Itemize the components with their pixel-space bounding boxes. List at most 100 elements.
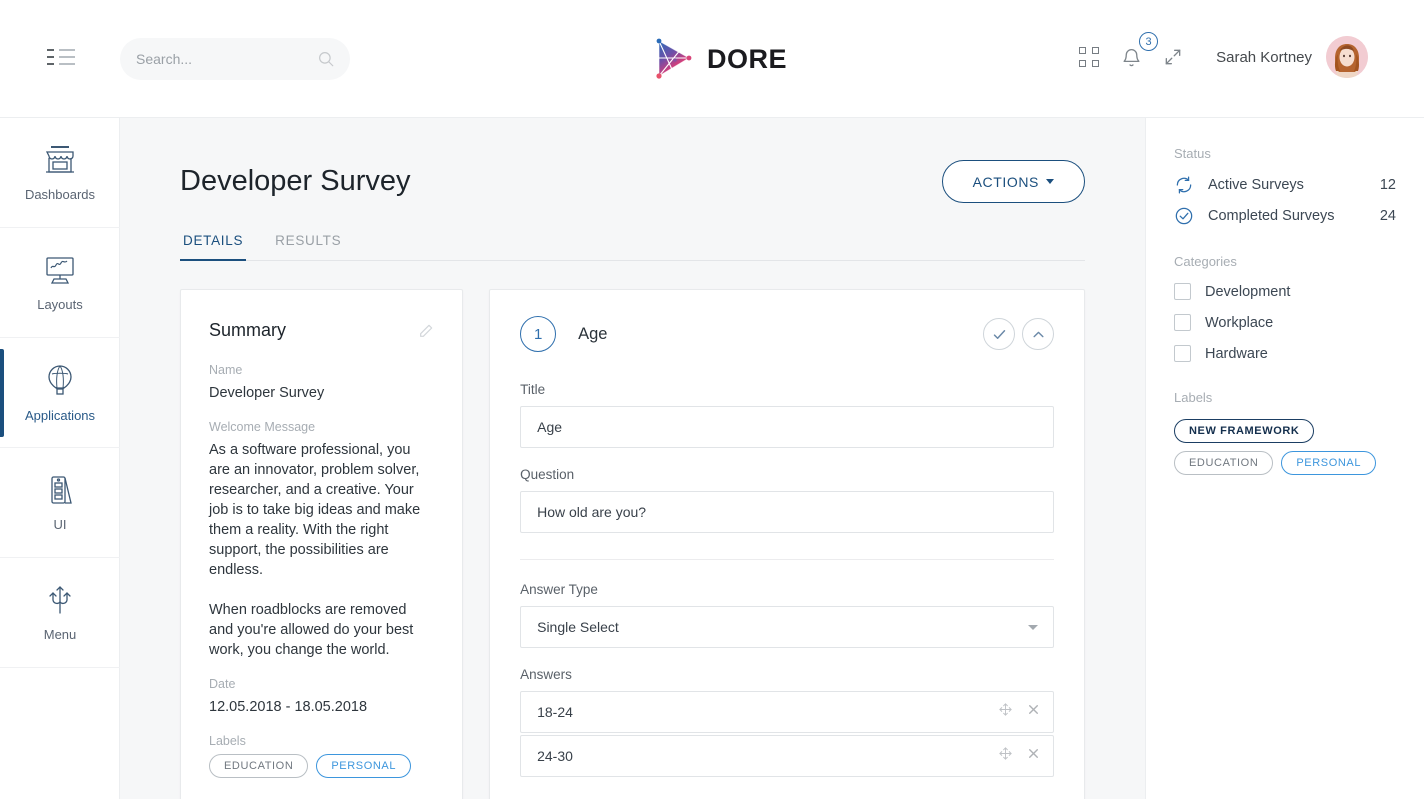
monitor-icon — [40, 253, 80, 287]
grid-apps-icon — [1079, 47, 1099, 67]
move-handle-icon[interactable] — [998, 702, 1013, 717]
labels-section: Labels NEW FRAMEWORK EDUCATION PERSONAL — [1174, 390, 1396, 475]
answers-field-group: Answers — [520, 667, 1054, 777]
top-right-controls: 3 Sarah Kortney — [1068, 36, 1368, 78]
sidebar-item-layouts[interactable]: Layouts — [0, 228, 120, 338]
question-text-label: Question — [520, 467, 1054, 482]
status-count: 12 — [1380, 177, 1396, 193]
question-title-label: Title — [520, 382, 1054, 397]
user-name-label: Sarah Kortney — [1216, 49, 1312, 66]
chevron-down-icon — [1046, 179, 1054, 184]
summary-welcome-label: Welcome Message — [209, 420, 434, 434]
storefront-icon — [40, 143, 80, 177]
bell-icon — [1121, 46, 1142, 69]
category-label: Hardware — [1205, 346, 1268, 362]
status-label: Completed Surveys — [1208, 208, 1380, 224]
summary-labels-label: Labels — [209, 734, 434, 748]
pencil-edit-icon[interactable] — [418, 323, 434, 339]
dore-logo-icon — [655, 38, 695, 80]
status-row-completed-surveys[interactable]: Completed Surveys 24 — [1174, 206, 1396, 226]
question-title-input[interactable] — [520, 406, 1054, 448]
summary-welcome-paragraph-2: When roadblocks are removed and you're a… — [209, 600, 434, 660]
question-card: 1 Age Title — [489, 289, 1085, 799]
hamburger-menu-icon[interactable] — [47, 49, 75, 69]
sidebar-item-applications[interactable]: Applications — [0, 338, 120, 448]
question-confirm-button[interactable] — [983, 318, 1015, 350]
section-divider — [520, 559, 1054, 560]
categories-section: Categories Development Workplace Hardwar… — [1174, 254, 1396, 362]
question-card-actions — [983, 318, 1054, 350]
status-label: Active Surveys — [1208, 177, 1380, 193]
tab-results[interactable]: RESULTS — [272, 233, 344, 261]
summary-welcome-paragraph-1: As a software professional, you are an i… — [209, 440, 434, 580]
checkbox-icon[interactable] — [1174, 345, 1191, 362]
close-x-icon[interactable] — [1027, 703, 1040, 716]
status-section: Status Active Surveys 12 Completed Surve… — [1174, 146, 1396, 226]
checkbox-icon[interactable] — [1174, 314, 1191, 331]
summary-date-label: Date — [209, 677, 434, 691]
answer-type-select[interactable] — [520, 606, 1054, 648]
answer-type-label: Answer Type — [520, 582, 1054, 597]
question-number-badge: 1 — [520, 316, 556, 352]
actions-button[interactable]: ACTIONS — [942, 160, 1085, 203]
fullscreen-button[interactable] — [1152, 36, 1194, 78]
apps-grid-button[interactable] — [1068, 36, 1110, 78]
answer-input[interactable] — [520, 691, 1054, 733]
label-chip-education[interactable]: EDUCATION — [209, 754, 308, 778]
question-text-field-group: Question — [520, 467, 1054, 533]
summary-name-value: Developer Survey — [209, 383, 434, 403]
check-circle-icon — [1174, 206, 1194, 226]
avatar[interactable] — [1326, 36, 1368, 78]
sidebar-item-label: Dashboards — [25, 187, 95, 202]
label-chip-personal[interactable]: PERSONAL — [316, 754, 411, 778]
chevron-down-icon — [1028, 625, 1038, 630]
actions-button-label: ACTIONS — [973, 174, 1039, 190]
main-content-area: Developer Survey ACTIONS DETAILS RESULTS… — [120, 118, 1145, 799]
status-row-active-surveys[interactable]: Active Surveys 12 — [1174, 175, 1396, 195]
refresh-circle-icon — [1174, 175, 1194, 195]
label-chip-education[interactable]: EDUCATION — [1174, 451, 1273, 475]
check-circle-icon — [992, 327, 1007, 342]
search-icon — [317, 50, 335, 68]
tab-details[interactable]: DETAILS — [180, 233, 246, 261]
label-chip-new-framework[interactable]: NEW FRAMEWORK — [1174, 419, 1314, 443]
brand-logo[interactable]: DORE — [655, 38, 787, 80]
summary-heading: Summary — [209, 320, 286, 341]
sidebar-item-dashboards[interactable]: Dashboards — [0, 118, 120, 228]
labels-heading: Labels — [1174, 390, 1396, 405]
category-checkbox-workplace[interactable]: Workplace — [1174, 314, 1396, 331]
top-header-bar: DORE 3 Sarah Kortney — [0, 0, 1424, 118]
category-checkbox-hardware[interactable]: Hardware — [1174, 345, 1396, 362]
answer-input[interactable] — [520, 735, 1054, 777]
answers-label: Answers — [520, 667, 1054, 682]
question-title-field-group: Title — [520, 382, 1054, 448]
status-count: 24 — [1380, 208, 1396, 224]
search-input[interactable] — [136, 51, 317, 67]
hot-air-balloon-icon — [40, 362, 80, 398]
page-title: Developer Survey — [180, 165, 411, 198]
question-card-header: 1 Age — [520, 316, 1054, 352]
book-pages-icon — [40, 473, 80, 507]
sidebar-item-label: UI — [54, 517, 67, 532]
fullscreen-expand-icon — [1163, 47, 1183, 67]
answer-row — [520, 735, 1054, 777]
label-chip-personal[interactable]: PERSONAL — [1281, 451, 1376, 475]
notifications-button[interactable]: 3 — [1110, 36, 1152, 78]
question-card-title: Age — [578, 325, 983, 344]
sidebar-item-ui[interactable]: UI — [0, 448, 120, 558]
trident-arrows-icon — [40, 583, 80, 617]
chevron-up-icon — [1032, 328, 1045, 341]
sidebar-item-menu[interactable]: Menu — [0, 558, 120, 668]
checkbox-icon[interactable] — [1174, 283, 1191, 300]
search-box[interactable] — [120, 38, 350, 80]
close-x-icon[interactable] — [1027, 747, 1040, 760]
tab-bar: DETAILS RESULTS — [180, 233, 1085, 261]
category-checkbox-development[interactable]: Development — [1174, 283, 1396, 300]
category-label: Workplace — [1205, 315, 1273, 331]
label-chips: NEW FRAMEWORK EDUCATION PERSONAL — [1174, 419, 1396, 475]
question-text-input[interactable] — [520, 491, 1054, 533]
status-heading: Status — [1174, 146, 1396, 161]
question-collapse-button[interactable] — [1022, 318, 1054, 350]
summary-name-label: Name — [209, 363, 434, 377]
move-handle-icon[interactable] — [998, 746, 1013, 761]
